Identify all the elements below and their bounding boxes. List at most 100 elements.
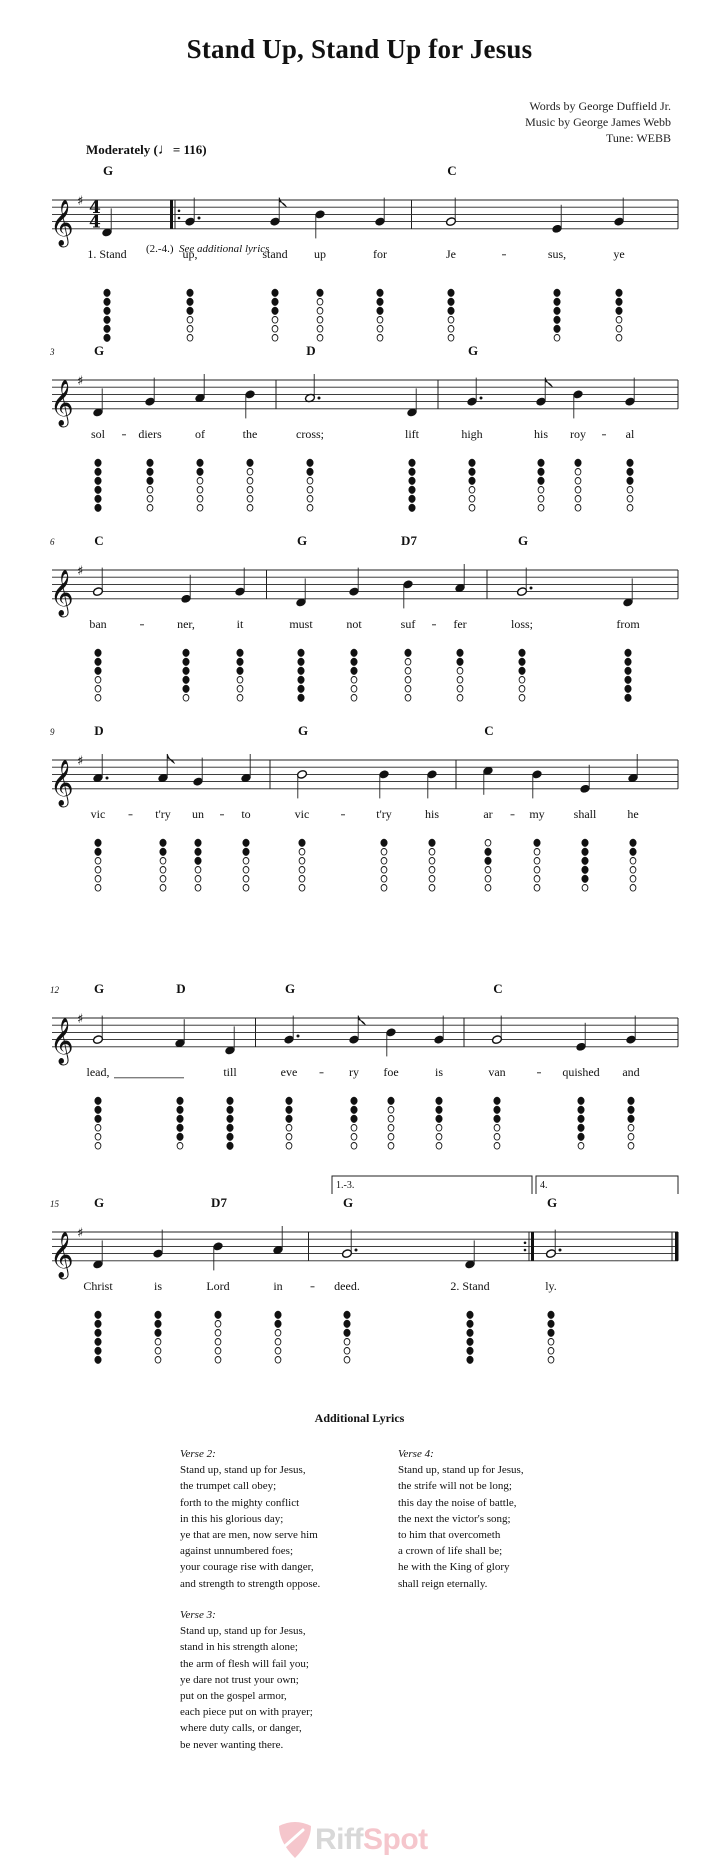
open-hole-icon (343, 1338, 351, 1346)
lyric-syllable: deed. (334, 1278, 360, 1293)
note (273, 1226, 283, 1254)
open-hole-icon (274, 1347, 282, 1355)
closed-hole-icon (547, 1319, 555, 1328)
fingering-chart (214, 1310, 222, 1364)
note (341, 1229, 358, 1258)
verse-numbers: (2.-4.) (146, 243, 174, 255)
treble-clef-icon: 𝄞 (50, 1232, 74, 1280)
open-hole-icon (154, 1356, 162, 1364)
verse-3: Verse 3: Stand up, stand up for Jesus, s… (180, 1607, 313, 1753)
open-hole-icon (274, 1356, 282, 1364)
verse-line: forth to the mighty conflict (180, 1496, 300, 1509)
lyric-syllable: is (153, 1278, 163, 1293)
open-hole-icon (343, 1347, 351, 1355)
closed-hole-icon (94, 1310, 102, 1319)
verse-line: stand in his strength alone; (180, 1641, 298, 1654)
closed-hole-icon (94, 1355, 102, 1364)
augmentation-dot (354, 1248, 358, 1252)
verse-line: the arm of flesh will fail you; (180, 1657, 309, 1670)
verse-4: Verse 4: Stand up, stand up for Jesus, t… (398, 1446, 524, 1592)
closed-hole-icon (343, 1328, 351, 1337)
watermark-riff: Riff (315, 1823, 363, 1856)
verse-line: where duty calls, or danger, (180, 1722, 302, 1735)
final-bar-thick (675, 1232, 679, 1261)
closed-hole-icon (154, 1319, 162, 1328)
verse-line: be never wanting there. (180, 1738, 284, 1751)
verse-line: your courage rise with danger, (180, 1561, 314, 1574)
open-hole-icon (214, 1356, 222, 1364)
closed-hole-icon (94, 1337, 102, 1346)
open-hole-icon (214, 1329, 222, 1337)
verse-line: ye that are men, now serve him (180, 1529, 318, 1542)
verse-line: the next the victor's song; (398, 1512, 511, 1525)
open-hole-icon (274, 1338, 282, 1346)
verse-line: in this his glorious day; (180, 1512, 284, 1525)
hint-text: See additional lyrics (179, 243, 270, 255)
open-hole-icon (547, 1347, 555, 1355)
chord-symbol: G (342, 1195, 354, 1210)
closed-hole-icon (343, 1319, 351, 1328)
fingering-chart (466, 1310, 474, 1364)
fingering-chart (343, 1310, 351, 1364)
closed-hole-icon (94, 1319, 102, 1328)
chord-symbol: D7 (211, 1195, 227, 1210)
closed-hole-icon (466, 1328, 474, 1337)
additional-lyrics-hint: (2.-4.) See additional lyrics (146, 243, 269, 255)
closed-hole-icon (94, 1328, 102, 1337)
open-hole-icon (547, 1338, 555, 1346)
verse-line: this day the noise of battle, (398, 1496, 517, 1509)
guitar-pick-icon (279, 1822, 311, 1858)
open-hole-icon (214, 1320, 222, 1328)
open-hole-icon (343, 1356, 351, 1364)
chord-symbol: G (546, 1195, 558, 1210)
verse-line: against unnumbered foes; (180, 1545, 294, 1558)
repeat-dot (523, 1241, 527, 1245)
augmentation-dot (558, 1248, 562, 1252)
closed-hole-icon (466, 1346, 474, 1355)
verse-label: Verse 4: (398, 1448, 434, 1460)
verse-line: to him that overcometh (398, 1529, 501, 1542)
open-hole-icon (274, 1329, 282, 1337)
repeat-dot (523, 1248, 527, 1252)
open-hole-icon (154, 1338, 162, 1346)
note (213, 1242, 223, 1271)
verse-line: he with the King of glory (398, 1561, 510, 1574)
volta-bracket (535, 1175, 679, 1194)
closed-hole-icon (343, 1310, 351, 1319)
note (93, 1240, 103, 1269)
closed-hole-icon (274, 1319, 282, 1328)
verse-line: Stand up, stand up for Jesus, (398, 1464, 524, 1477)
closed-hole-icon (466, 1355, 474, 1364)
key-signature-sharp-icon: ♯ (77, 1226, 83, 1241)
watermark-spot: Spot (362, 1823, 428, 1856)
measure-number: 15 (50, 1199, 59, 1209)
verse-line: the strife will not be long; (398, 1480, 512, 1493)
volta-bracket (331, 1175, 533, 1194)
verse-line: and strength to strength oppose. (180, 1577, 321, 1590)
verse-line: a crown of life shall be; (398, 1545, 503, 1558)
volta-label: 4. (540, 1180, 548, 1191)
verse-label: Verse 3: (180, 1609, 216, 1621)
verse-line: shall reign eternally. (398, 1577, 488, 1590)
riffspot-watermark: Riff Spot (275, 1820, 428, 1860)
fingering-chart (94, 1310, 102, 1364)
staff: 𝄞 ♯ (50, 1175, 679, 1364)
note (545, 1229, 562, 1258)
verse-line: ye dare not trust your own; (180, 1673, 299, 1686)
additional-lyrics-title: Additional Lyrics (314, 1411, 405, 1425)
repeat-end-bar (531, 1232, 534, 1261)
verse-line: Stand up, stand up for Jesus, (180, 1625, 306, 1638)
open-hole-icon (547, 1356, 555, 1364)
open-hole-icon (154, 1347, 162, 1355)
chord-symbol: G (93, 1195, 105, 1210)
closed-hole-icon (274, 1310, 282, 1319)
closed-hole-icon (547, 1310, 555, 1319)
lyric-syllable: 2. Stand (450, 1278, 490, 1293)
verse-label: Verse 2: (180, 1448, 216, 1460)
fingering-chart (154, 1310, 162, 1364)
volta-label: 1.-3. (336, 1180, 355, 1191)
verse-line: put on the gospel armor, (180, 1690, 287, 1703)
verse-line: Stand up, stand up for Jesus, (180, 1464, 306, 1477)
open-hole-icon (214, 1347, 222, 1355)
closed-hole-icon (466, 1310, 474, 1319)
